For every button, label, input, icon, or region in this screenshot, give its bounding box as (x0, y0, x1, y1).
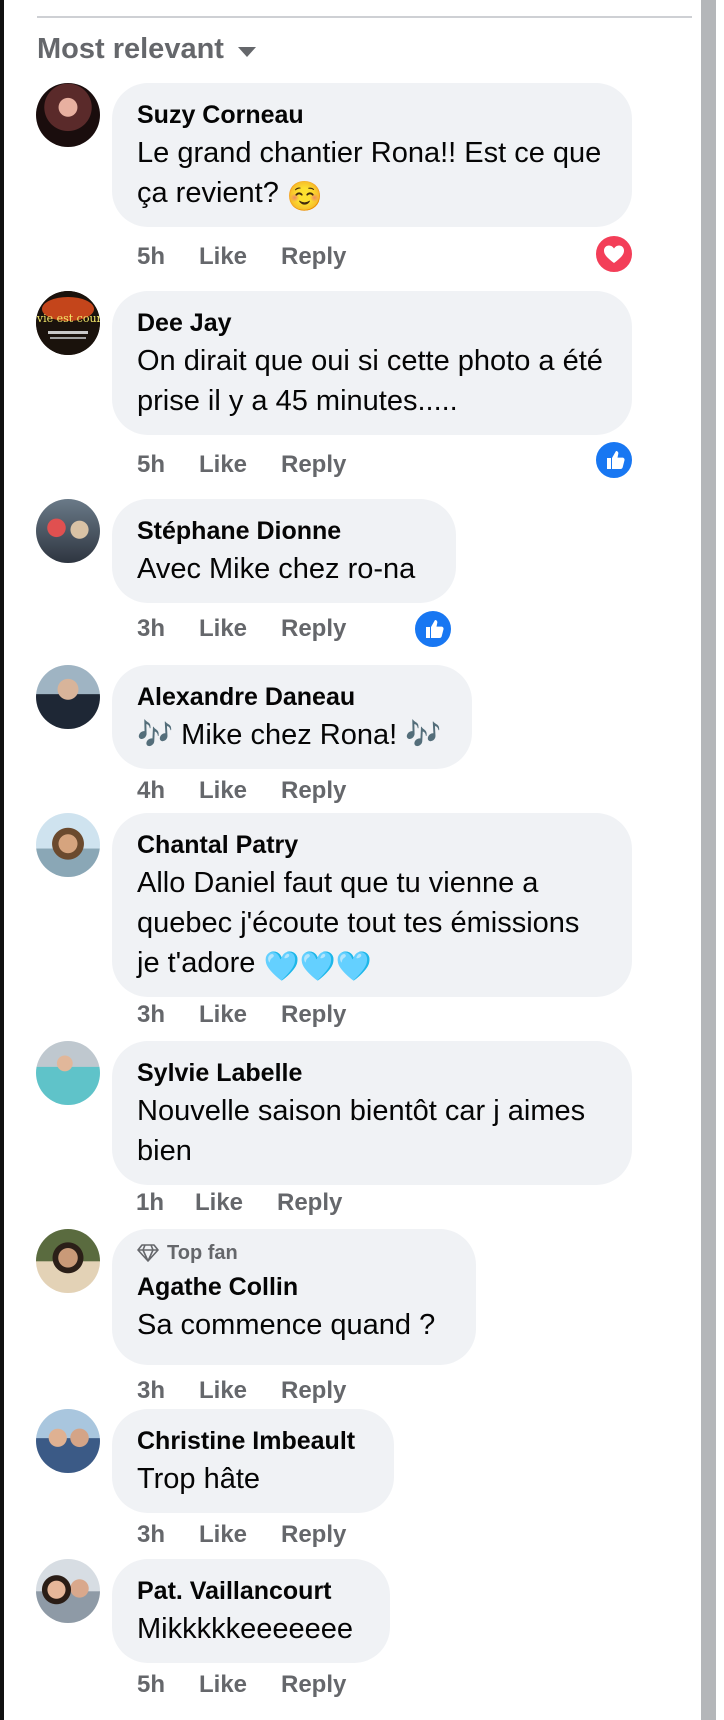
commenter-name[interactable]: Stéphane Dionne (137, 515, 430, 547)
like-button[interactable]: Like (199, 243, 281, 271)
comment-timestamp[interactable]: 5h (137, 1671, 199, 1699)
avatar[interactable] (36, 1229, 100, 1293)
commenter-name[interactable]: Suzy Corneau (137, 99, 606, 131)
comment-actions: 4h Like Reply (137, 777, 346, 805)
comment-actions: 3h Like Reply (137, 1521, 346, 1549)
comment-bubble: Chantal Patry Allo Daniel faut que tu vi… (112, 813, 632, 997)
like-button[interactable]: Like (199, 1001, 281, 1029)
top-fan-label: Top fan (167, 1242, 238, 1264)
comment-timestamp[interactable]: 3h (137, 1521, 199, 1549)
comment-timestamp[interactable]: 1h (136, 1189, 195, 1217)
reply-button[interactable]: Reply (281, 777, 346, 805)
comment-text: Sa commence quand ? (137, 1309, 436, 1341)
divider (37, 16, 692, 18)
sort-label: Most relevant (37, 32, 224, 65)
reply-button[interactable]: Reply (281, 243, 346, 271)
avatar[interactable] (36, 83, 100, 147)
avatar[interactable] (36, 1559, 100, 1623)
commenter-name[interactable]: Agathe Collin (137, 1271, 450, 1303)
comment-actions: 5h Like Reply (137, 1671, 346, 1699)
comment-actions: 3h Like Reply (137, 1377, 346, 1405)
avatar[interactable] (36, 1041, 100, 1105)
thumbs-up-reaction-icon[interactable] (412, 608, 454, 650)
avatar[interactable] (36, 499, 100, 563)
commenter-name[interactable]: Alexandre Daneau (137, 681, 446, 713)
comment-bubble: Pat. Vaillancourt Mikkkkkeeeeeee (112, 1559, 390, 1663)
comment-timestamp[interactable]: 5h (137, 243, 199, 271)
avatar[interactable] (36, 1409, 100, 1473)
light-blue-heart-emoji: 🩵🩵🩵 (263, 951, 372, 983)
comment-bubble: Alexandre Daneau 🎶 Mike chez Rona! 🎶 (112, 665, 472, 769)
comment-text: Avec Mike chez ro-na (137, 553, 416, 585)
avatar[interactable]: la vie est courte (36, 291, 100, 355)
comment-timestamp[interactable]: 3h (137, 1377, 199, 1405)
comment-timestamp[interactable]: 4h (137, 777, 199, 805)
like-button[interactable]: Like (199, 615, 281, 643)
reply-button[interactable]: Reply (281, 1671, 346, 1699)
chevron-down-icon (237, 47, 256, 57)
heart-reaction-icon[interactable] (593, 233, 635, 275)
reply-button[interactable]: Reply (281, 1001, 346, 1029)
comment-text: Mikkkkkeeeeeee (137, 1613, 353, 1645)
comment-bubble: Stéphane Dionne Avec Mike chez ro-na (112, 499, 456, 603)
comment-timestamp[interactable]: 3h (137, 615, 199, 643)
avatar-text: la vie est courte (36, 312, 100, 325)
comment-actions: 5h Like Reply (137, 451, 346, 479)
comment-bubble: Dee Jay On dirait que oui si cette photo… (112, 291, 632, 435)
like-button[interactable]: Like (199, 451, 281, 479)
comment-timestamp[interactable]: 5h (137, 451, 199, 479)
avatar[interactable] (36, 813, 100, 877)
comment-actions: 3h Like Reply (137, 615, 346, 643)
comment-timestamp[interactable]: 3h (137, 1001, 199, 1029)
like-button[interactable]: Like (195, 1189, 277, 1217)
comment-text: Le grand chantier Rona!! Est ce que ça r… (137, 133, 606, 217)
comment-bubble: Top fan Agathe Collin Sa commence quand … (112, 1229, 476, 1365)
comment-actions: 5h Like Reply (137, 243, 346, 271)
like-button[interactable]: Like (199, 1377, 281, 1405)
comment-bubble: Christine Imbeault Trop hâte (112, 1409, 394, 1513)
reply-button[interactable]: Reply (281, 1377, 346, 1405)
sort-dropdown[interactable]: Most relevant (37, 29, 256, 69)
reply-button[interactable]: Reply (277, 1189, 342, 1217)
reply-button[interactable]: Reply (281, 451, 346, 479)
comment-text: Allo Daniel faut que tu vienne a quebec … (137, 863, 606, 987)
left-edge (0, 0, 4, 1720)
comment-bubble: Suzy Corneau Le grand chantier Rona!! Es… (112, 83, 632, 227)
comment-text: On dirait que oui si cette photo a été p… (137, 345, 603, 417)
comment-text: Trop hâte (137, 1463, 261, 1495)
smiling-face-emoji: ☺️ (286, 181, 324, 213)
like-button[interactable]: Like (199, 1671, 281, 1699)
comment-text-body: Le grand chantier Rona!! Est ce que ça r… (137, 137, 602, 209)
comment-actions: 3h Like Reply (137, 1001, 346, 1029)
like-button[interactable]: Like (199, 1521, 281, 1549)
commenter-name[interactable]: Pat. Vaillancourt (137, 1575, 364, 1607)
comment-actions: 1h Like Reply (136, 1189, 342, 1217)
comment-text: 🎶 Mike chez Rona! 🎶 (137, 719, 442, 751)
commenter-name[interactable]: Dee Jay (137, 307, 606, 339)
reply-button[interactable]: Reply (281, 615, 346, 643)
commenter-name[interactable]: Chantal Patry (137, 829, 606, 861)
comment-text: Nouvelle saison bientôt car j aimes bien (137, 1095, 586, 1167)
commenter-name[interactable]: Sylvie Labelle (137, 1057, 606, 1089)
comment-bubble: Sylvie Labelle Nouvelle saison bientôt c… (112, 1041, 632, 1185)
reply-button[interactable]: Reply (281, 1521, 346, 1549)
like-button[interactable]: Like (199, 777, 281, 805)
scrollbar-thumb[interactable] (701, 0, 716, 1720)
top-fan-badge: Top fan (137, 1239, 450, 1267)
thumbs-up-reaction-icon[interactable] (593, 439, 635, 481)
commenter-name[interactable]: Christine Imbeault (137, 1425, 368, 1457)
avatar[interactable] (36, 665, 100, 729)
diamond-icon (137, 1244, 159, 1262)
